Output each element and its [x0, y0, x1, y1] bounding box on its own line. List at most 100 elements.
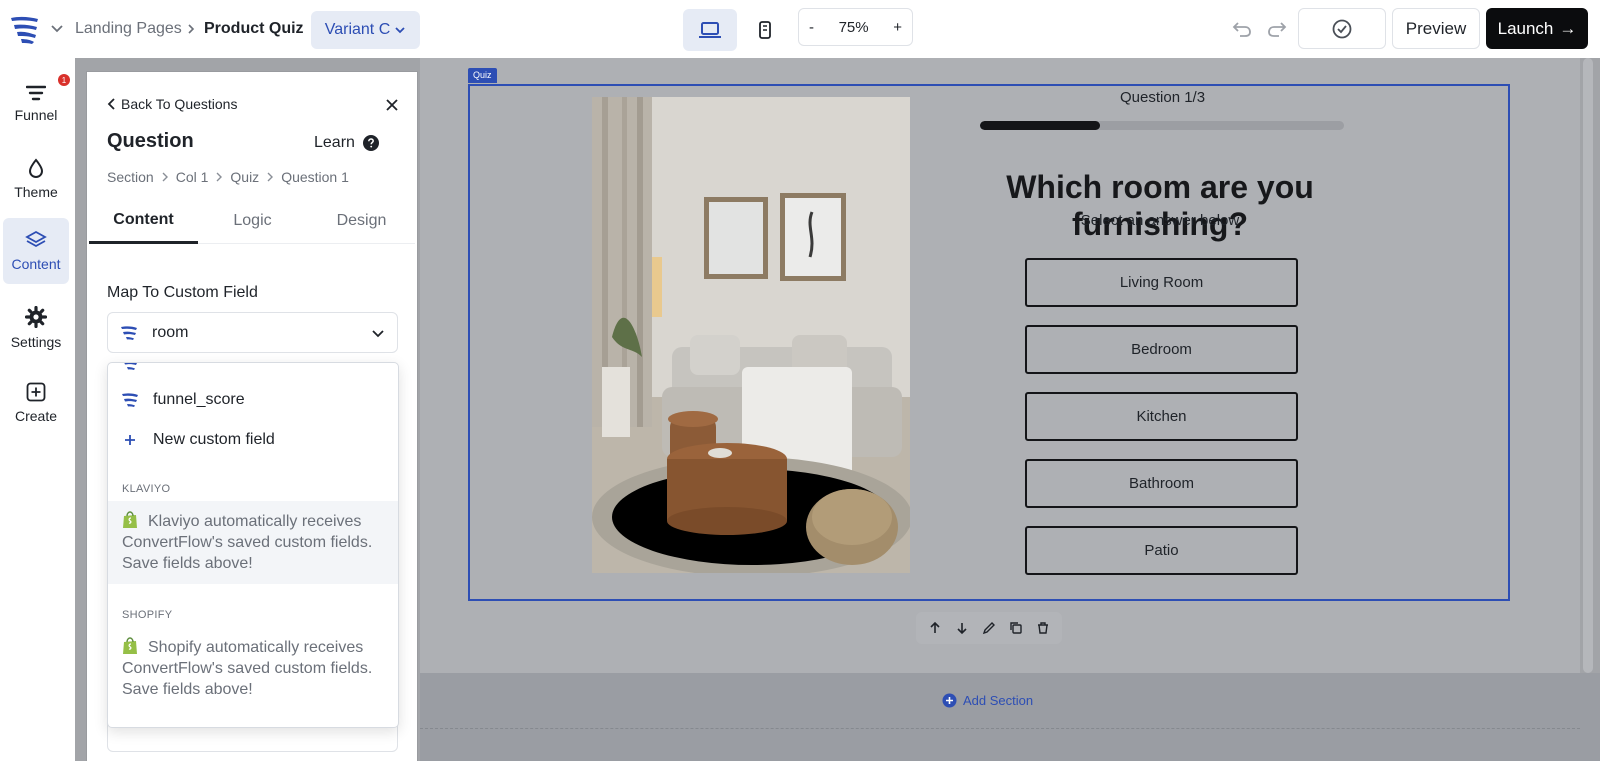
variant-selector[interactable]: Variant C: [311, 11, 420, 49]
chevron-down-icon[interactable]: [50, 22, 64, 36]
pencil-icon[interactable]: [982, 621, 996, 635]
klaviyo-note: Klaviyo automatically receives ConvertFl…: [108, 501, 398, 584]
gear-icon: [25, 306, 47, 328]
layers-icon: [25, 230, 47, 248]
zoom-in-button[interactable]: +: [893, 19, 902, 36]
shopify-bag-icon: [123, 511, 137, 528]
chevron-left-icon: [107, 98, 115, 110]
quiz-progress-fill: [980, 121, 1101, 130]
launch-button[interactable]: Launch →: [1486, 8, 1588, 49]
desktop-view-button[interactable]: [683, 9, 737, 51]
crumb-section[interactable]: Section: [107, 169, 154, 185]
rail-item-settings[interactable]: Settings: [3, 295, 69, 361]
rail-item-create[interactable]: Create: [3, 370, 69, 436]
shopify-note: Shopify automatically receives ConvertFl…: [108, 627, 398, 710]
living-room-photo: [592, 97, 910, 573]
undo-icon[interactable]: [1230, 16, 1254, 40]
section-divider-strip: [420, 673, 1600, 761]
mobile-view-button[interactable]: [738, 9, 792, 51]
funnel-icon: [26, 85, 46, 101]
section-boundary-line: [420, 728, 1580, 729]
zoom-level: 75%: [838, 18, 869, 36]
close-icon[interactable]: [385, 98, 399, 112]
custom-field-dropdown: funnel_score New custom field KLAVIYO Kl…: [107, 362, 399, 728]
chevron-down-icon: [372, 330, 384, 338]
quiz-element-tag[interactable]: Quiz: [468, 68, 497, 83]
save-check-button[interactable]: [1298, 8, 1386, 49]
chevron-right-icon: [188, 24, 195, 34]
custom-field-select[interactable]: room: [107, 312, 398, 353]
rail-label-content: Content: [11, 256, 61, 272]
launch-label: Launch: [1497, 18, 1554, 38]
answer-option[interactable]: Kitchen: [1025, 392, 1298, 441]
convertflow-icon: [121, 325, 137, 340]
back-to-questions-link[interactable]: Back To Questions: [107, 96, 237, 112]
rail-item-content[interactable]: Content: [3, 218, 69, 284]
custom-field-value: room: [152, 323, 189, 341]
top-bar: Landing Pages Product Quiz Variant C - 7…: [0, 0, 1600, 58]
preview-button[interactable]: Preview: [1392, 8, 1480, 49]
chevron-right-icon: [162, 172, 168, 182]
shopify-bag-icon: [123, 637, 137, 654]
breadcrumb-product-quiz[interactable]: Product Quiz: [204, 20, 304, 38]
trash-icon[interactable]: [1036, 621, 1050, 635]
rail-label-theme: Theme: [14, 184, 58, 200]
shopify-section-heading: SHOPIFY: [122, 609, 173, 621]
dropdown-option-funnel-score[interactable]: funnel_score: [108, 389, 398, 411]
crumb-question[interactable]: Question 1: [281, 169, 349, 185]
redo-icon[interactable]: [1265, 16, 1289, 40]
question-counter: Question 1/3: [1120, 89, 1206, 106]
add-section-button[interactable]: Add Section: [942, 693, 1033, 708]
map-field-label: Map To Custom Field: [107, 284, 258, 301]
answer-option[interactable]: Bedroom: [1025, 325, 1298, 374]
rail-item-theme[interactable]: Theme: [3, 146, 69, 212]
laptop-icon: [699, 22, 721, 38]
check-circle-icon: [1332, 19, 1352, 38]
left-rail: Funnel 1 Theme Content Settings Create: [0, 58, 75, 761]
arrow-down-icon[interactable]: [955, 621, 969, 635]
add-section-label: Add Section: [963, 693, 1034, 708]
tab-logic[interactable]: Logic: [198, 198, 307, 244]
notification-badge: 1: [58, 74, 70, 86]
panel-tabs: Content Logic Design: [89, 198, 415, 244]
klaviyo-section-heading: KLAVIYO: [122, 483, 171, 495]
zoom-out-button[interactable]: -: [809, 19, 814, 36]
rail-label-create: Create: [14, 408, 58, 424]
tab-design[interactable]: Design: [307, 198, 416, 244]
convertflow-icon: [124, 363, 137, 370]
answer-option[interactable]: Bathroom: [1025, 459, 1298, 508]
convertflow-logo-icon[interactable]: [8, 14, 40, 44]
klaviyo-note-text: Klaviyo automatically receives ConvertFl…: [122, 513, 373, 572]
variant-label: Variant C: [324, 21, 391, 38]
element-breadcrumb: Section Col 1 Quiz Question 1: [107, 169, 349, 185]
crumb-col[interactable]: Col 1: [176, 169, 209, 185]
plus-icon: [125, 435, 135, 445]
help-icon: [362, 135, 379, 151]
arrow-up-icon[interactable]: [928, 621, 942, 635]
room-image: [592, 97, 910, 573]
learn-link[interactable]: Learn: [314, 134, 379, 152]
canvas-scrollbar[interactable]: [1583, 58, 1593, 673]
question-subtitle: Select an answer below: [1080, 212, 1240, 229]
zoom-control: - 75% +: [798, 8, 913, 46]
quiz-progress-bar: [980, 121, 1344, 130]
dropdown-option-new-custom-field[interactable]: New custom field: [108, 429, 398, 451]
answer-option[interactable]: Patio: [1025, 526, 1298, 575]
question-title: Which room are you furnishing?: [1006, 169, 1314, 242]
plus-square-icon: [26, 382, 46, 402]
breadcrumb-landing-pages[interactable]: Landing Pages: [75, 20, 182, 38]
chevron-down-icon: [395, 27, 405, 34]
plus-circle-icon: [942, 693, 957, 708]
option-label: New custom field: [153, 431, 275, 448]
panel-title: Question: [107, 130, 194, 152]
learn-label: Learn: [314, 134, 355, 151]
tab-content[interactable]: Content: [89, 198, 198, 244]
convertflow-icon: [122, 393, 138, 407]
mobile-icon: [759, 21, 771, 39]
answer-option[interactable]: Living Room: [1025, 258, 1298, 307]
rail-label-funnel: Funnel: [14, 107, 58, 123]
duplicate-icon[interactable]: [1009, 621, 1023, 635]
crumb-quiz[interactable]: Quiz: [230, 169, 259, 185]
shopify-note-text: Shopify automatically receives ConvertFl…: [122, 639, 373, 698]
chevron-right-icon: [267, 172, 274, 182]
